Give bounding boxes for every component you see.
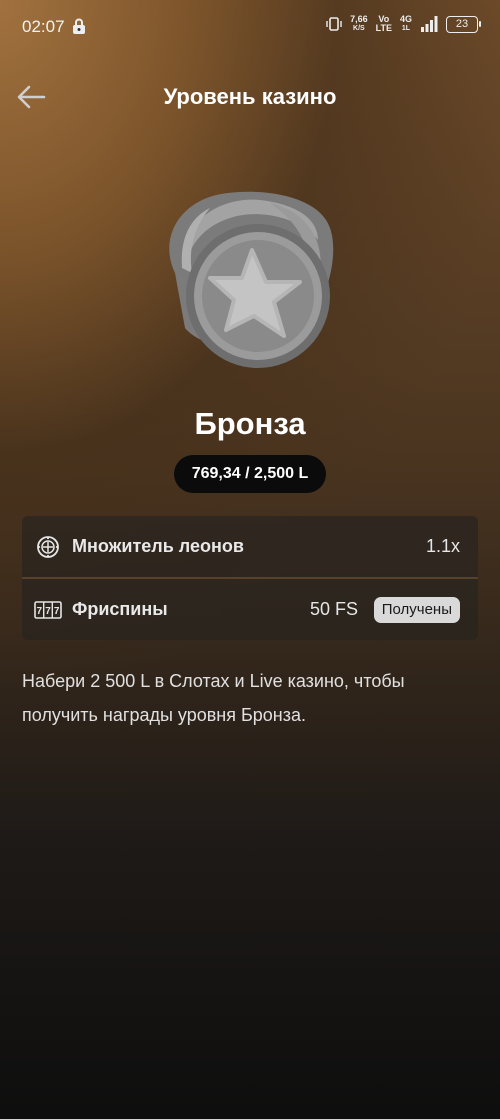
status-indicators: 7,66 K/S Vo LTE 4G 1L 23 <box>326 15 481 33</box>
slot-digit: 7 <box>45 606 51 617</box>
status-bar: 02:07 7,66 K/S Vo LTE 4G 1L 23 <box>0 0 500 56</box>
status-time: 02:07 <box>22 17 65 36</box>
lock-icon <box>73 18 85 34</box>
reward-row-freespins: 7 7 7 Фриспины 50 FS Получены <box>22 579 478 640</box>
reward-value: 1.1x <box>425 536 460 556</box>
bronze-level-badge-icon <box>169 191 334 368</box>
net-speed: 7,66 K/S <box>350 15 368 33</box>
battery-indicator: 23 <box>446 15 481 33</box>
level-progress-text: 769,34 / 2,500 L <box>191 465 309 482</box>
slot-digit: 7 <box>37 606 43 617</box>
net-speed-unit: K/S <box>353 25 365 32</box>
reward-label: Фриспины <box>72 599 168 619</box>
slot-digit: 7 <box>54 606 60 617</box>
rewards-card: Множитель леонов 1.1x 7 7 7 Фриспины 50 … <box>22 516 478 640</box>
volte-indicator: Vo LTE <box>376 15 392 33</box>
roulette-icon <box>37 535 59 558</box>
vibrate-icon <box>326 17 342 31</box>
reward-label: Множитель леонов <box>72 536 244 556</box>
page-title: Уровень казино <box>163 84 337 109</box>
volte-bottom: LTE <box>375 23 392 33</box>
reward-value: 50 FS <box>309 599 358 619</box>
signal-icon <box>421 16 438 32</box>
slot-machine-icon: 7 7 7 <box>34 600 62 619</box>
network-bottom: 1L <box>401 25 411 32</box>
level-description: Набери 2 500 L в Слотах и Live казино, ч… <box>22 671 405 725</box>
net-speed-value: 7,66 <box>350 14 368 24</box>
received-badge: Получены <box>373 596 460 623</box>
level-progress-pill: 769,34 / 2,500 L <box>174 455 326 493</box>
reward-row-multiplier: Множитель леонов 1.1x <box>22 516 478 579</box>
network-type: 4G 1L <box>400 15 412 33</box>
battery-level: 23 <box>455 18 469 30</box>
network-top: 4G <box>399 14 412 24</box>
level-name: Бронза <box>194 406 306 441</box>
